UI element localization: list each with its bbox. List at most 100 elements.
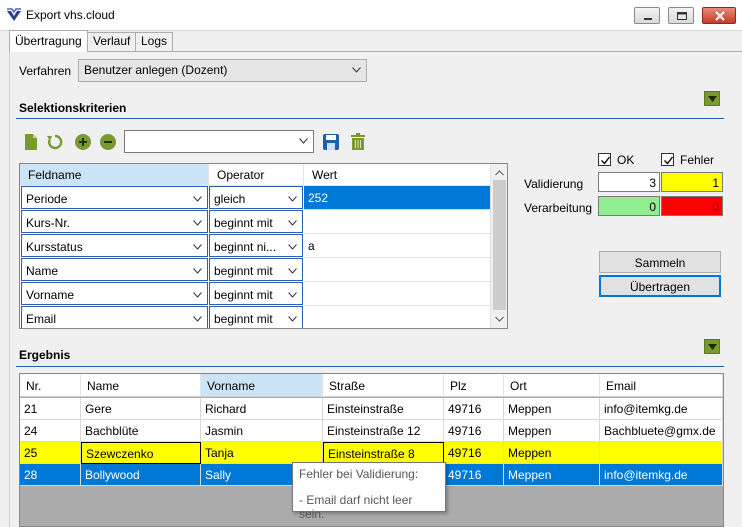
table-cell-strasse: Einsteinstraße 8 bbox=[323, 442, 444, 464]
criteria-feldname-combo[interactable]: Kurs-Nr. bbox=[21, 210, 208, 233]
criteria-feldname-value: Vorname bbox=[26, 288, 75, 302]
criteria-feldname-combo[interactable]: Vorname bbox=[21, 282, 208, 305]
minimize-button[interactable] bbox=[634, 7, 660, 24]
section-divider bbox=[16, 366, 724, 367]
criteria-operator-value: beginnt ni... bbox=[214, 240, 277, 254]
validation-tooltip: Fehler bei Validierung: - Email darf nic… bbox=[292, 462, 446, 521]
criteria-wert-cell[interactable] bbox=[304, 258, 491, 282]
column-header-nr[interactable]: Nr. bbox=[20, 374, 81, 397]
column-header-email[interactable]: Email bbox=[600, 374, 723, 397]
delete-icon[interactable] bbox=[349, 133, 367, 151]
chevron-down-icon bbox=[193, 316, 202, 322]
verfahren-select[interactable]: Benutzer anlegen (Dozent) bbox=[78, 59, 367, 82]
table-row[interactable]: 21 Gere Richard Einsteinstraße 49716 Meppen in… bbox=[20, 398, 723, 420]
criteria-scroll-thumb[interactable] bbox=[493, 180, 506, 310]
chevron-down-icon bbox=[288, 220, 297, 226]
criteria-feldname-combo[interactable]: Name bbox=[21, 258, 208, 281]
chevron-down-icon bbox=[352, 67, 361, 73]
criteria-operator-combo[interactable]: beginnt mit bbox=[209, 210, 303, 233]
criteria-feldname-value: Periode bbox=[26, 192, 68, 206]
remove-row-icon[interactable] bbox=[99, 133, 117, 151]
column-header-feldname[interactable]: Feldname bbox=[20, 164, 209, 186]
table-cell-name: Gere bbox=[81, 398, 201, 420]
criteria-grid: Feldname Operator Wert Periode gleich 252 K… bbox=[19, 163, 508, 329]
criteria-operator-value: beginnt mit bbox=[214, 216, 273, 230]
criteria-operator-value: beginnt mit bbox=[214, 288, 273, 302]
sammeln-button[interactable]: Sammeln bbox=[599, 251, 721, 273]
app-logo-icon bbox=[6, 8, 22, 22]
tab-logs[interactable]: Logs bbox=[135, 32, 174, 51]
column-header-ort[interactable]: Ort bbox=[504, 374, 600, 397]
column-header-operator[interactable]: Operator bbox=[209, 164, 304, 186]
criteria-operator-combo[interactable]: beginnt mit bbox=[209, 258, 303, 281]
fehler-label: Fehler bbox=[680, 153, 715, 167]
table-cell-nr: 28 bbox=[20, 464, 81, 486]
criteria-operator-combo[interactable]: gleich bbox=[209, 186, 303, 209]
criteria-scrollbar[interactable] bbox=[491, 164, 507, 328]
chevron-down-icon bbox=[193, 220, 202, 226]
table-cell-vorname: Jasmin bbox=[201, 420, 323, 442]
uebertragen-button[interactable]: Übertragen bbox=[599, 275, 721, 297]
criteria-wert-cell[interactable] bbox=[304, 306, 491, 328]
table-cell-name: Bollywood bbox=[81, 464, 201, 486]
table-cell-vorname: Richard bbox=[201, 398, 323, 420]
criteria-wert-cell[interactable]: a bbox=[304, 234, 491, 258]
section-divider bbox=[16, 118, 724, 119]
criteria-wert-cell[interactable]: 252 bbox=[304, 186, 491, 210]
save-icon[interactable] bbox=[322, 133, 340, 151]
table-cell-name: Szewczenko bbox=[81, 442, 201, 464]
criteria-operator-combo[interactable]: beginnt mit bbox=[209, 282, 303, 305]
scroll-up-icon[interactable] bbox=[495, 170, 504, 176]
criteria-feldname-value: Name bbox=[26, 264, 59, 278]
column-header-vorname[interactable]: Vorname bbox=[201, 374, 323, 397]
verarbeitung-ok-count: 0 bbox=[598, 196, 660, 216]
chevron-down-icon bbox=[288, 244, 297, 250]
chevron-down-icon bbox=[193, 268, 202, 274]
table-cell-nr: 25 bbox=[20, 442, 81, 464]
table-cell-plz: 49716 bbox=[444, 442, 504, 464]
section-title-selektion: Selektionskriterien bbox=[19, 101, 127, 115]
close-button[interactable] bbox=[702, 7, 736, 24]
fehler-checkbox[interactable] bbox=[661, 153, 674, 166]
collapse-toggle-button[interactable] bbox=[704, 339, 720, 354]
section-title-ergebnis: Ergebnis bbox=[19, 348, 71, 362]
column-header-plz[interactable]: Plz bbox=[444, 374, 504, 397]
criteria-wert-cell[interactable] bbox=[304, 210, 491, 234]
ok-checkbox[interactable] bbox=[598, 153, 611, 166]
column-header-name[interactable]: Name bbox=[81, 374, 201, 397]
maximize-button[interactable] bbox=[668, 7, 694, 24]
criteria-operator-combo[interactable]: beginnt ni... bbox=[209, 234, 303, 257]
chevron-down-icon bbox=[288, 196, 297, 202]
table-cell-nr: 21 bbox=[20, 398, 81, 420]
reset-icon[interactable] bbox=[46, 133, 64, 151]
verfahren-value: Benutzer anlegen (Dozent) bbox=[84, 63, 228, 77]
table-row[interactable]: 25 Szewczenko Tanja Einsteinstraße 8 49716 Me… bbox=[20, 442, 723, 464]
table-cell-vorname: Tanja bbox=[201, 442, 323, 464]
chevron-down-icon bbox=[193, 196, 202, 202]
validierung-label: Validierung bbox=[524, 177, 584, 191]
verarbeitung-label: Verarbeitung bbox=[524, 201, 593, 215]
column-header-strasse[interactable]: Straße bbox=[323, 374, 444, 397]
add-row-icon[interactable] bbox=[74, 133, 92, 151]
criteria-operator-combo[interactable]: beginnt mit bbox=[209, 306, 303, 328]
criteria-operator-value: beginnt mit bbox=[214, 264, 273, 278]
criteria-feldname-combo[interactable]: Email bbox=[21, 306, 208, 328]
check-icon bbox=[664, 156, 674, 165]
chevron-down-icon bbox=[288, 316, 297, 322]
criteria-feldname-value: Kursstatus bbox=[26, 240, 83, 254]
criteria-feldname-combo[interactable]: Kursstatus bbox=[21, 234, 208, 257]
filter-preset-combo[interactable] bbox=[124, 130, 314, 153]
new-document-icon[interactable] bbox=[22, 133, 40, 151]
scroll-down-icon[interactable] bbox=[495, 316, 504, 322]
criteria-operator-value: gleich bbox=[214, 192, 246, 206]
tab-uebertragung[interactable]: Übertragung bbox=[9, 30, 88, 52]
tab-verlauf[interactable]: Verlauf bbox=[87, 32, 137, 51]
criteria-wert-cell[interactable] bbox=[304, 282, 491, 306]
window-title: Export vhs.cloud bbox=[26, 8, 115, 22]
table-row[interactable]: 24 Bachblüte Jasmin Einsteinstraße 12 49716 M… bbox=[20, 420, 723, 442]
column-header-wert[interactable]: Wert bbox=[304, 164, 491, 186]
criteria-feldname-combo[interactable]: Periode bbox=[21, 186, 208, 209]
table-cell-email bbox=[600, 442, 723, 464]
check-icon bbox=[601, 156, 611, 165]
collapse-toggle-button[interactable] bbox=[704, 91, 720, 106]
